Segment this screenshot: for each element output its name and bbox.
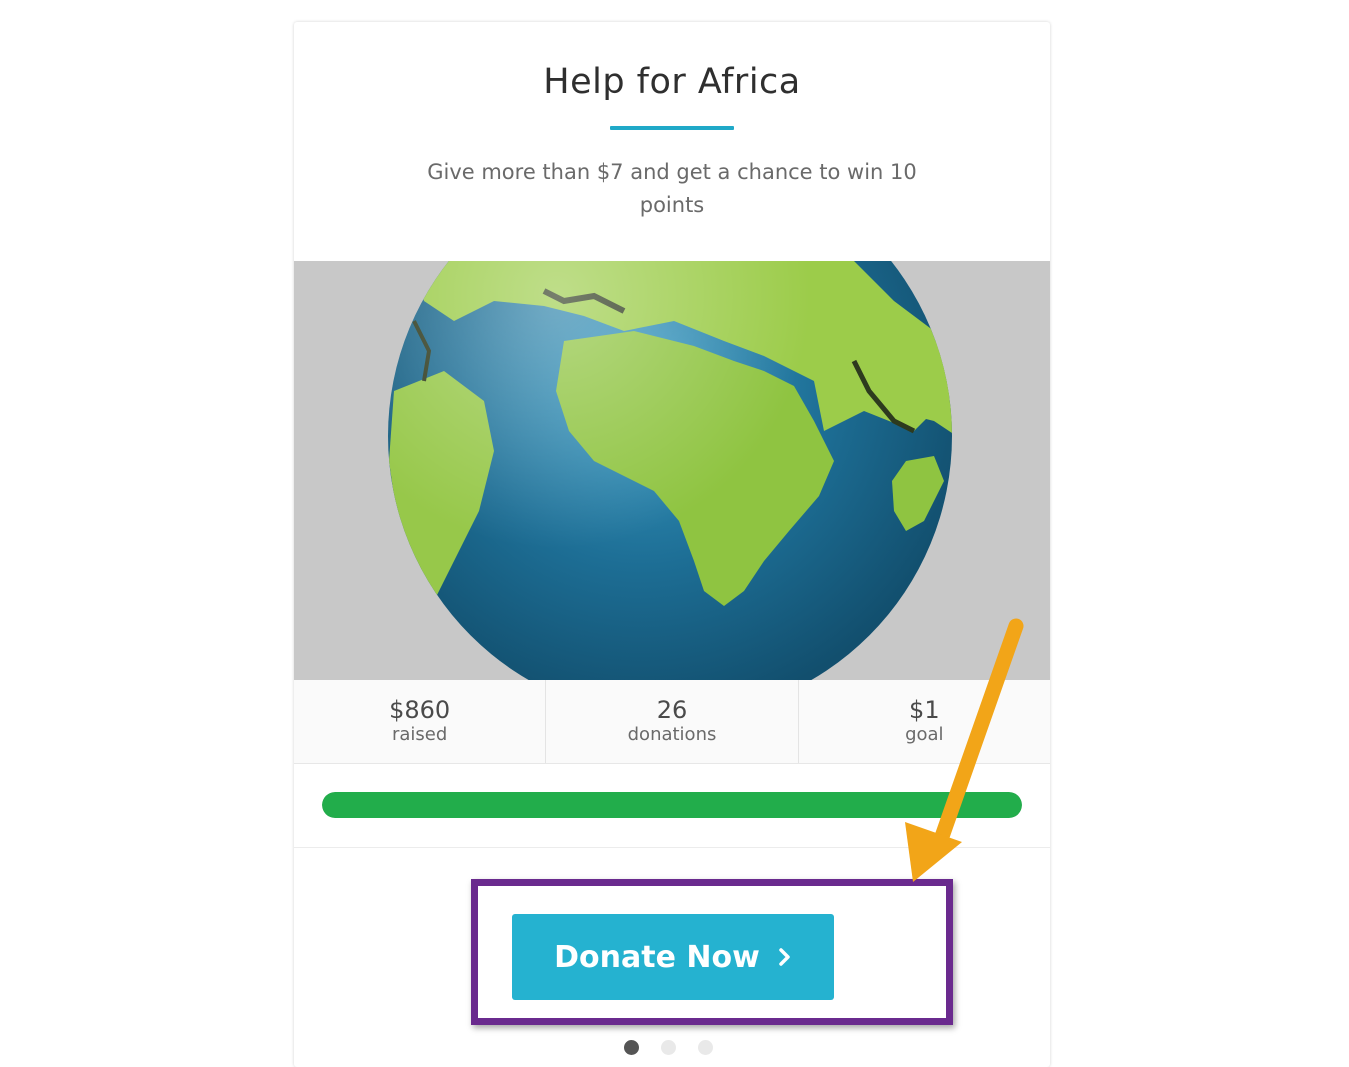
divider <box>294 847 1050 848</box>
donations-label: donations <box>627 724 717 745</box>
stat-raised: $860 raised <box>294 680 547 763</box>
donations-value: 26 <box>656 696 688 724</box>
globe-illustration <box>388 261 952 680</box>
stat-donations: 26 donations <box>546 680 799 763</box>
globe-africa-image <box>294 261 1050 680</box>
raised-value: $860 <box>389 696 451 724</box>
campaign-stats: $860 raised 26 donations $1 goal <box>294 680 1050 764</box>
campaign-title: Help for Africa <box>543 62 801 102</box>
carousel-dot-3[interactable] <box>698 1040 713 1055</box>
carousel-dot-1[interactable] <box>624 1040 639 1055</box>
donate-now-button[interactable]: Donate Now <box>512 914 834 1000</box>
donation-progress-bar <box>322 792 1022 818</box>
campaign-subtitle: Give more than $7 and get a chance to wi… <box>427 160 917 217</box>
stat-goal: $1 goal <box>799 680 1050 763</box>
chevron-right-icon <box>779 948 790 966</box>
campaign-card: Help for Africa Give more than $7 and ge… <box>294 22 1050 1067</box>
carousel-dot-2[interactable] <box>661 1040 676 1055</box>
carousel-dots <box>624 1040 713 1055</box>
progress-fill <box>322 792 1022 818</box>
goal-value: $1 <box>909 696 940 724</box>
goal-label: goal <box>905 724 944 745</box>
donate-button-label: Donate Now <box>554 939 760 975</box>
title-underline <box>610 126 734 130</box>
raised-label: raised <box>392 724 448 745</box>
